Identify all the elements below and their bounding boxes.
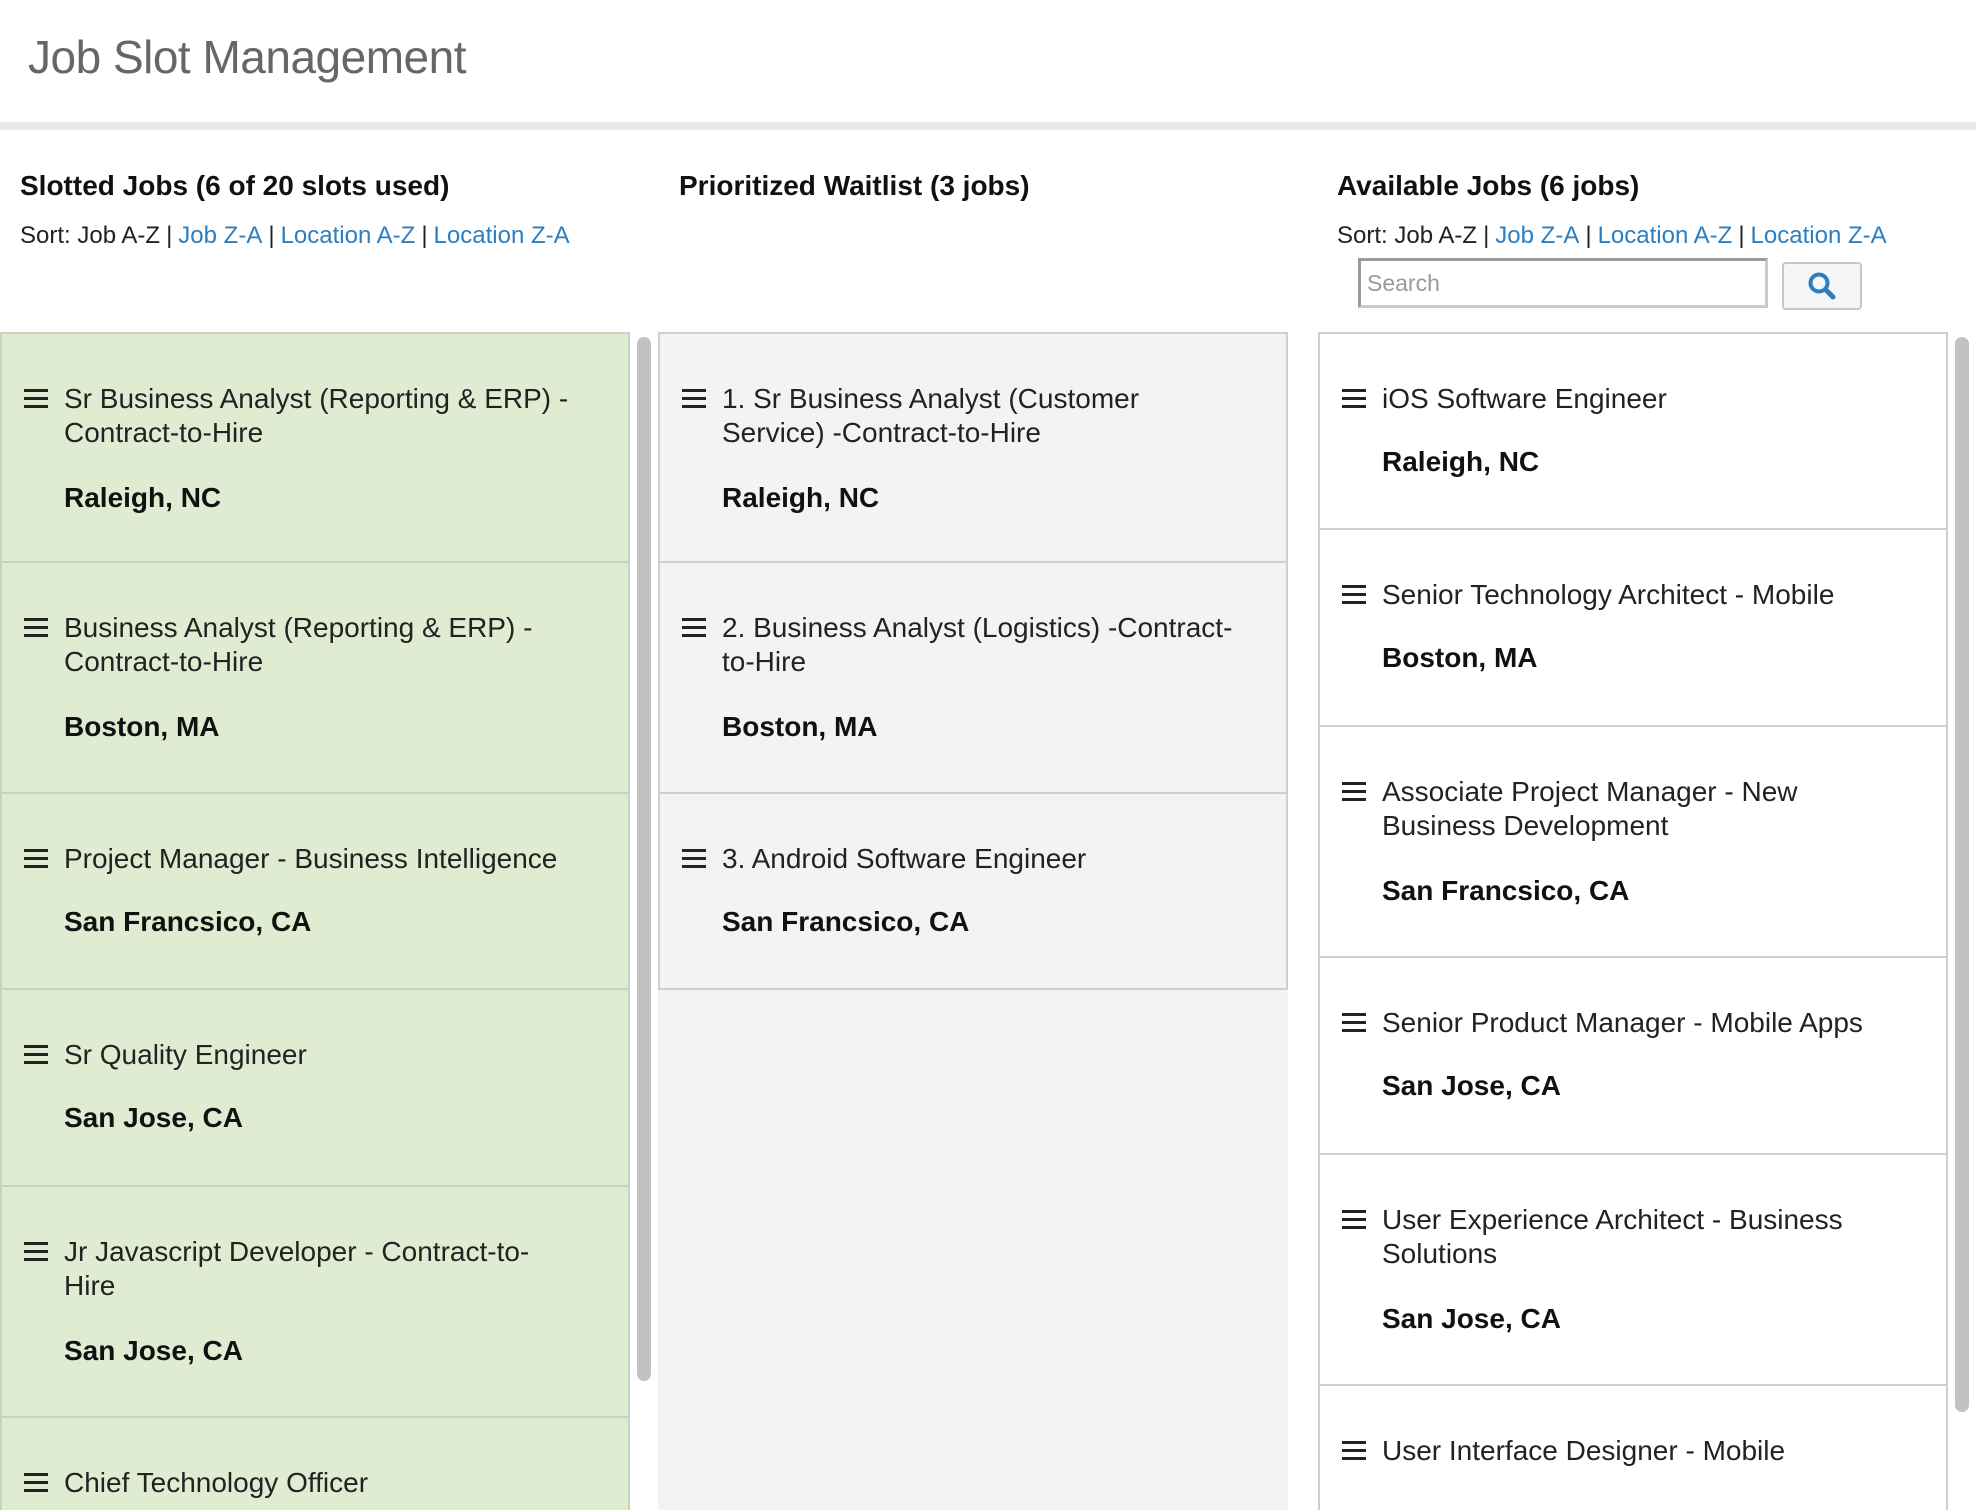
drag-handle-icon[interactable] — [682, 849, 706, 869]
job-title: Jr Javascript Developer - Contract-to-Hi… — [64, 1236, 530, 1301]
drag-handle-icon[interactable] — [24, 849, 48, 869]
slotted-jobs-list: Sr Business Analyst (Reporting & ERP) - … — [0, 332, 630, 1510]
sort-separator: | — [421, 222, 428, 249]
job-title: 3. Android Software Engineer — [722, 843, 1087, 874]
job-title: Sr Business Analyst (Reporting & ERP) - … — [64, 383, 569, 448]
job-title: Associate Project Manager - New Business… — [1382, 776, 1798, 841]
job-title: Senior Product Manager - Mobile Apps — [1382, 1007, 1863, 1038]
drag-handle-icon[interactable] — [1342, 1210, 1366, 1230]
sort-separator: | — [1585, 222, 1592, 249]
sort-location-a-z-link[interactable]: Location A-Z — [281, 222, 416, 249]
job-card[interactable]: 3. Android Software Engineer San Francsi… — [658, 792, 1288, 990]
job-title: iOS Software Engineer — [1382, 383, 1667, 414]
job-title: Business Analyst (Reporting & ERP) - Con… — [64, 612, 533, 677]
job-card[interactable]: User Interface Designer - Mobile — [1318, 1384, 1948, 1510]
search-button[interactable] — [1782, 262, 1862, 310]
sort-label: Sort: — [1337, 222, 1388, 249]
job-title: 2. Business Analyst (Logistics) -Contrac… — [722, 612, 1233, 677]
sort-separator: | — [268, 222, 275, 249]
sort-job-z-a-link[interactable]: Job Z-A — [178, 222, 262, 249]
job-location: San Jose, CA — [1382, 1303, 1561, 1334]
job-card[interactable]: Project Manager - Business Intelligence … — [0, 792, 630, 990]
job-card[interactable]: 1. Sr Business Analyst (Customer Service… — [658, 332, 1288, 563]
job-title: Sr Quality Engineer — [64, 1039, 307, 1070]
sort-location-a-z-link[interactable]: Location A-Z — [1598, 222, 1733, 249]
drag-handle-icon[interactable] — [24, 389, 48, 409]
sort-current: Job A-Z — [77, 222, 161, 249]
available-jobs-list: iOS Software Engineer Raleigh, NC Senior… — [1318, 332, 1948, 1510]
job-location: San Jose, CA — [1382, 1070, 1561, 1101]
available-column-header: Available Jobs (6 jobs) Sort: Job A-Z | Jo… — [1337, 170, 1887, 250]
search-icon — [1808, 272, 1836, 300]
drag-handle-icon[interactable] — [1342, 782, 1366, 802]
sort-separator: | — [1738, 222, 1745, 249]
drag-handle-icon[interactable] — [24, 1242, 48, 1262]
job-location: Boston, MA — [64, 711, 220, 742]
drag-handle-icon[interactable] — [1342, 389, 1366, 409]
job-card[interactable]: Sr Quality Engineer San Jose, CA — [0, 988, 630, 1187]
drag-handle-icon[interactable] — [1342, 1013, 1366, 1033]
job-title: Senior Technology Architect - Mobile — [1382, 579, 1835, 610]
sort-location-z-a-link[interactable]: Location Z-A — [434, 222, 570, 249]
waitlist-jobs-list: 1. Sr Business Analyst (Customer Service… — [658, 332, 1288, 1510]
job-location: San Francsico, CA — [1382, 875, 1630, 906]
job-slot-management-page: Job Slot Management Slotted Jobs (6 of 2… — [0, 0, 1976, 1510]
drag-handle-icon[interactable] — [682, 618, 706, 638]
page-header: Job Slot Management — [0, 0, 1976, 122]
available-sort-controls: Sort: Job A-Z | Job Z-A | Location A-Z | Locat… — [1337, 222, 1887, 250]
job-title: Project Manager - Business Intelligence — [64, 843, 558, 874]
waitlist-column-title: Prioritized Waitlist (3 jobs) — [679, 170, 1030, 201]
job-location: San Francsico, CA — [64, 906, 312, 937]
job-card[interactable]: Jr Javascript Developer - Contract-to-Hi… — [0, 1185, 630, 1418]
slotted-column-header: Slotted Jobs (6 of 20 slots used) Sort: … — [20, 170, 570, 250]
sort-current: Job A-Z — [1394, 222, 1478, 249]
job-location: Raleigh, NC — [1382, 446, 1540, 477]
job-card[interactable]: Associate Project Manager - New Business… — [1318, 725, 1948, 958]
available-column-title: Available Jobs (6 jobs) — [1337, 170, 1640, 201]
drag-handle-icon[interactable] — [24, 618, 48, 638]
available-list-scrollbar[interactable] — [1955, 337, 1969, 1412]
drag-handle-icon[interactable] — [24, 1045, 48, 1065]
sort-job-z-a-link[interactable]: Job Z-A — [1495, 222, 1579, 249]
sort-label: Sort: — [20, 222, 71, 249]
job-card[interactable]: Business Analyst (Reporting & ERP) - Con… — [0, 561, 630, 794]
page-title: Job Slot Management — [28, 31, 467, 83]
job-title: User Experience Architect - Business Sol… — [1382, 1204, 1843, 1269]
job-card[interactable]: User Experience Architect - Business Sol… — [1318, 1153, 1948, 1386]
slotted-sort-controls: Sort: Job A-Z | Job Z-A | Location A-Z | Locat… — [20, 222, 570, 250]
header-divider — [0, 122, 1976, 130]
slotted-list-scrollbar[interactable] — [637, 337, 651, 1381]
job-location: Boston, MA — [1382, 642, 1538, 673]
job-card[interactable]: Senior Product Manager - Mobile Apps San… — [1318, 956, 1948, 1155]
job-location: Raleigh, NC — [722, 482, 880, 513]
drag-handle-icon[interactable] — [24, 1473, 48, 1493]
job-card[interactable]: 2. Business Analyst (Logistics) -Contrac… — [658, 561, 1288, 794]
drag-handle-icon[interactable] — [1342, 1441, 1366, 1461]
job-location: San Francsico, CA — [722, 906, 970, 937]
job-title: 1. Sr Business Analyst (Customer Service… — [722, 383, 1140, 448]
job-title: Chief Technology Officer — [64, 1467, 369, 1498]
job-card[interactable]: Sr Business Analyst (Reporting & ERP) - … — [0, 332, 630, 563]
search-input[interactable] — [1358, 258, 1768, 308]
job-location: San Jose, CA — [64, 1102, 243, 1133]
drag-handle-icon[interactable] — [682, 389, 706, 409]
sort-location-z-a-link[interactable]: Location Z-A — [1751, 222, 1887, 249]
job-location: Raleigh, NC — [64, 482, 222, 513]
drag-handle-icon[interactable] — [1342, 585, 1366, 605]
job-card[interactable]: Senior Technology Architect - Mobile Bos… — [1318, 528, 1948, 727]
job-card[interactable]: iOS Software Engineer Raleigh, NC — [1318, 332, 1948, 530]
sort-separator: | — [1483, 222, 1490, 249]
slotted-column-title: Slotted Jobs (6 of 20 slots used) — [20, 170, 450, 201]
job-location: Boston, MA — [722, 711, 878, 742]
sort-separator: | — [166, 222, 173, 249]
job-card[interactable]: Chief Technology Officer — [0, 1416, 630, 1510]
waitlist-column-header: Prioritized Waitlist (3 jobs) — [679, 170, 1030, 202]
job-location: San Jose, CA — [64, 1335, 243, 1366]
job-title: User Interface Designer - Mobile — [1382, 1435, 1786, 1466]
